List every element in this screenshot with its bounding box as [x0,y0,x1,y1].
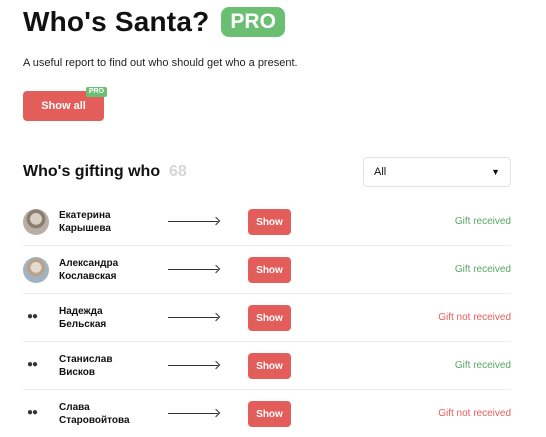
list-item: ●● Слава Старовойтова Show Gift not rece… [23,390,511,437]
show-all-pro-badge: PRO [85,87,107,97]
first-name: Слава [59,402,90,413]
first-name: Надежда [59,306,103,317]
gift-count: 68 [169,163,187,180]
arrow-right-icon [168,317,218,318]
show-button[interactable]: Show [248,257,291,283]
list-item: ●● Станислав Висков Show Gift received [23,342,511,390]
chevron-down-icon: ▼ [491,167,500,177]
last-name: Висков [59,367,96,378]
last-name: Бельская [59,319,107,330]
arrow-right-icon [168,269,218,270]
status-text: Gift not received [438,312,511,323]
avatar [23,209,49,235]
status-text: Gift received [454,360,511,371]
show-button[interactable]: Show [248,209,291,235]
page-header: Who's Santa? PRO [23,6,285,38]
arrow-right-icon [168,365,218,366]
show-button[interactable]: Show [248,401,291,427]
gifting-list: Екатерина Карышева Show Gift received Ал… [23,198,511,437]
person-name: Александра Кослaвская [59,257,118,283]
status-text: Gift not received [438,408,511,419]
person-name: Станислав Висков [59,353,113,379]
avatar [23,257,49,283]
person-name: Надежда Бельская [59,305,106,331]
pro-badge: PRO [221,7,285,37]
last-name: Карышева [59,223,111,234]
person-name: Слава Старовойтова [59,401,130,427]
filter-dropdown[interactable]: All ▼ [363,157,511,187]
section-title: Who's gifting who [23,163,161,180]
page-title: Who's Santa? [23,6,210,37]
first-name: Екатерина [59,210,111,221]
eyes-icon: ●● [27,407,38,418]
list-item: ●● Надежда Бельская Show Gift not receiv… [23,294,511,342]
list-item: Александра Кослaвская Show Gift received [23,246,511,294]
last-name: Старовойтова [59,415,130,426]
show-all-label: Show all [41,100,86,112]
show-button[interactable]: Show [248,305,291,331]
status-text: Gift received [454,216,511,227]
arrow-right-icon [168,413,218,414]
eyes-icon: ●● [27,311,38,322]
list-item: Екатерина Карышева Show Gift received [23,198,511,246]
show-all-button[interactable]: Show all PRO [23,87,107,121]
status-text: Gift received [454,264,511,275]
first-name: Станислав [59,354,113,365]
page-description: A useful report to find out who should g… [23,57,298,69]
filter-value: All [374,166,387,178]
person-name: Екатерина Карышева [59,209,111,235]
arrow-right-icon [168,221,218,222]
first-name: Александра [59,258,119,269]
show-button[interactable]: Show [248,353,291,379]
eyes-icon: ●● [27,359,38,370]
last-name: Кослaвская [59,271,117,282]
